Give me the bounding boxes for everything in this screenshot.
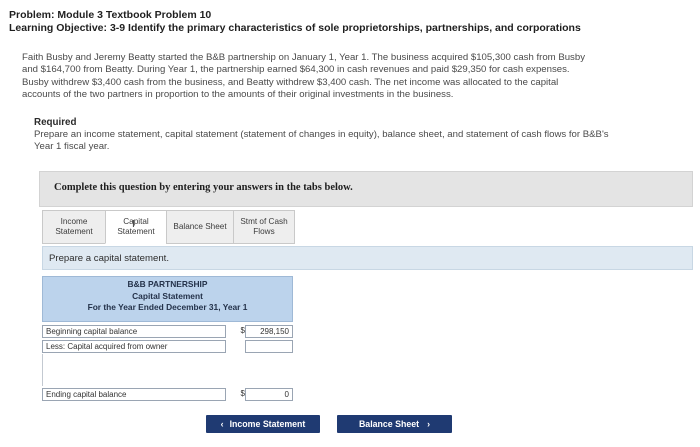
learning-objective: Learning Objective: 3-9 Identify the pri… (9, 22, 581, 34)
statement-tabs: Income Statement Capital Statement I Bal… (42, 210, 295, 244)
tab-label: Balance Sheet (173, 222, 227, 231)
statement-title: Capital Statement (132, 290, 203, 301)
currency-symbol (231, 340, 245, 353)
next-balance-sheet-button[interactable]: Balance Sheet › (337, 415, 452, 433)
currency-symbol: $ (240, 389, 245, 398)
row-label-input[interactable]: Ending capital balance (42, 388, 226, 401)
currency-symbol: $ (240, 326, 245, 335)
chevron-left-icon: ‹ (220, 419, 224, 429)
statement-header: B&B PARTNERSHIP Capital Statement For th… (42, 276, 293, 322)
company-name: B&B PARTNERSHIP (127, 279, 208, 289)
problem-description: Faith Busby and Jeremy Beatty started th… (22, 52, 690, 101)
row-label-input[interactable]: Beginning capital balance (42, 325, 226, 338)
row-label-input[interactable]: Less: Capital acquired from owner (42, 340, 226, 353)
text-cursor-icon: I (132, 219, 135, 230)
instruction-box: Complete this question by entering your … (39, 171, 693, 207)
statement-row: Ending capital balance $ 0 (42, 388, 293, 401)
problem-line: accounts of the two partners in proporti… (22, 88, 454, 100)
row-value-input[interactable]: 0 (245, 388, 293, 401)
problem-title: Problem: Module 3 Textbook Problem 10 (9, 9, 212, 21)
button-label: Balance Sheet (358, 419, 420, 429)
statement-row: Less: Capital acquired from owner (42, 340, 293, 353)
statement-period: For the Year Ended December 31, Year 1 (87, 302, 248, 312)
required-heading: Required (34, 117, 77, 128)
blank-rows-area (42, 354, 226, 386)
prompt-bar: Prepare a capital statement. (42, 246, 693, 270)
prev-income-statement-button[interactable]: ‹ Income Statement (206, 415, 320, 433)
row-value-input[interactable]: 298,150 (245, 325, 293, 338)
required-line: Year 1 fiscal year. (34, 141, 110, 153)
tab-balance-sheet[interactable]: Balance Sheet (166, 210, 233, 244)
required-text: Prepare an income statement, capital sta… (34, 129, 694, 154)
chevron-right-icon: › (427, 419, 431, 429)
tab-label: Stmt of Cash Flows (240, 217, 288, 236)
instruction-text: Complete this question by entering your … (54, 182, 353, 193)
tab-cash-flows[interactable]: Stmt of Cash Flows (233, 210, 295, 244)
button-label: Income Statement (229, 419, 306, 429)
tab-capital-statement[interactable]: Capital Statement I (105, 210, 166, 244)
prompt-text: Prepare a capital statement. (49, 253, 169, 264)
problem-header: Problem: Module 3 Textbook Problem 10 Le… (9, 9, 691, 35)
problem-line: Busby withdrew $3,400 cash from the busi… (22, 76, 559, 88)
tab-label: Income Statement (55, 217, 93, 236)
problem-line: Faith Busby and Jeremy Beatty started th… (22, 52, 585, 63)
problem-line: and $164,700 from Beatty. During Year 1,… (22, 64, 570, 76)
tab-income-statement[interactable]: Income Statement (42, 210, 105, 244)
statement-row: Beginning capital balance $ 298,150 (42, 325, 293, 338)
row-value-input[interactable] (245, 340, 293, 353)
tab-label: Capital Statement (117, 217, 155, 236)
required-line: Prepare an income statement, capital sta… (34, 129, 609, 140)
